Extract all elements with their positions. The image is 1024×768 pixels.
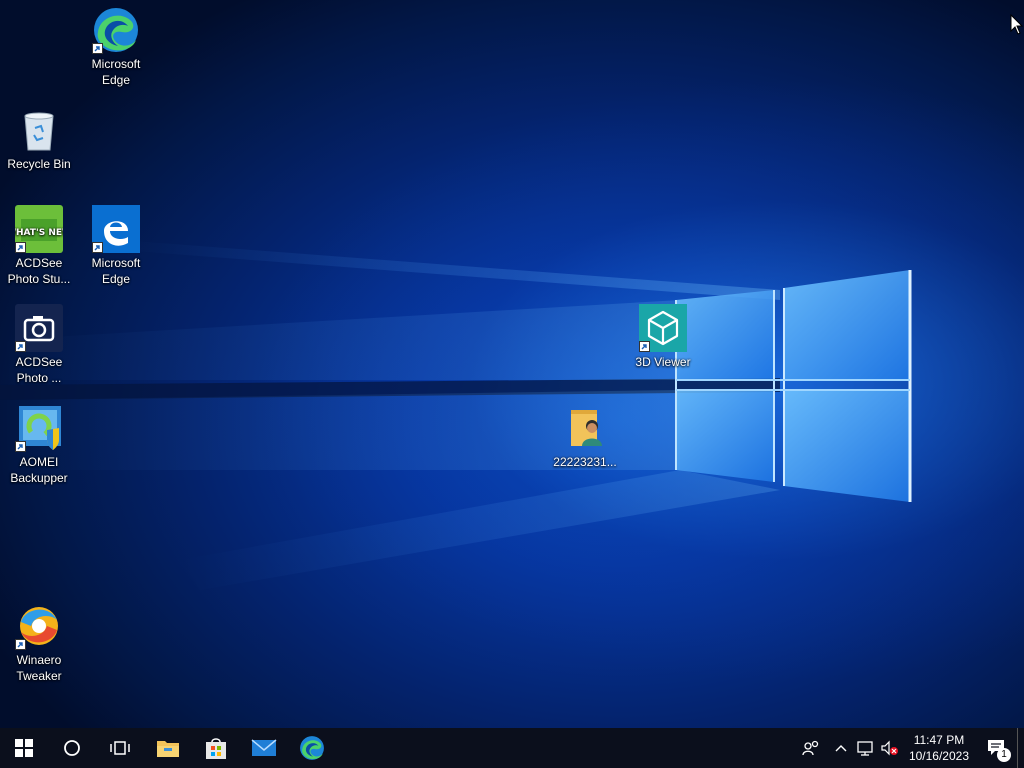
task-view-button[interactable]: [96, 728, 144, 768]
icon-label: Recycle Bin: [7, 157, 71, 171]
desktop-icon-acdsee-photo[interactable]: ACDSee Photo ...: [1, 304, 77, 386]
desktop-icon-microsoft-edge-legacy[interactable]: Microsoft Edge: [78, 205, 154, 287]
shortcut-arrow-icon: [15, 242, 26, 253]
mail-button[interactable]: [240, 728, 288, 768]
edge-icon: [300, 736, 324, 760]
shortcut-arrow-icon: [92, 242, 103, 253]
windows-logo-wallpaper: [0, 240, 912, 590]
desktop-icon-acdsee-photo-studio[interactable]: WHAT'S NEW ACDSee Photo Stu...: [1, 205, 77, 287]
show-hidden-icons-button[interactable]: [829, 728, 853, 768]
icon-label: 22223231...: [553, 455, 617, 469]
icon-label: Microsoft: [91, 57, 141, 71]
mail-envelope-icon: [251, 739, 277, 756]
icon-label: Photo Stu...: [7, 272, 71, 286]
camera-icon: [15, 304, 63, 352]
icon-label: Edge: [101, 272, 131, 286]
desktop-icon-aomei-backupper[interactable]: AOMEI Backupper: [1, 404, 77, 486]
badge-text: WHAT'S NEW: [15, 228, 63, 238]
mouse-cursor-icon: [1010, 14, 1024, 35]
show-desktop-button[interactable]: [1017, 728, 1024, 768]
task-view-icon: [110, 741, 130, 755]
microsoft-store-button[interactable]: [192, 728, 240, 768]
icon-label: Microsoft: [91, 256, 141, 270]
chevron-up-icon: [835, 745, 847, 752]
icon-label: ACDSee: [15, 256, 63, 270]
network-button[interactable]: [853, 728, 877, 768]
search-button[interactable]: [48, 728, 96, 768]
edge-taskbar-button[interactable]: [288, 728, 336, 768]
icon-label: Winaero: [16, 653, 62, 667]
volume-muted-icon: [881, 740, 898, 756]
acdsee-whats-new-icon: WHAT'S NEW: [15, 205, 63, 253]
desktop-icon-recycle-bin[interactable]: Recycle Bin: [1, 106, 77, 172]
icon-label: 3D Viewer: [635, 355, 691, 369]
notification-count-badge: 1: [997, 748, 1011, 762]
taskbar: 11:47 PM 10/16/2023 1: [0, 728, 1024, 768]
desktop-wallpaper: [0, 0, 1024, 728]
shortcut-arrow-icon: [639, 341, 650, 352]
clock-date: 10/16/2023: [908, 749, 969, 763]
volume-button[interactable]: [877, 728, 901, 768]
windows-logo-icon: [15, 739, 33, 757]
search-circle-icon: [64, 740, 80, 756]
desktop-icon-winaero-tweaker[interactable]: Winaero Tweaker: [1, 602, 77, 684]
desktop-icon-user-folder[interactable]: 22223231...: [547, 404, 623, 470]
store-bag-icon: [206, 738, 226, 759]
people-button[interactable]: [793, 728, 829, 768]
file-explorer-button[interactable]: [144, 728, 192, 768]
winaero-tweaker-icon: [15, 602, 63, 650]
desktop-icon-3d-viewer[interactable]: 3D Viewer: [625, 304, 701, 370]
clock-time: 11:47 PM: [913, 733, 965, 747]
action-center-button[interactable]: 1: [977, 728, 1017, 768]
system-tray: 11:47 PM 10/16/2023 1: [793, 728, 1024, 768]
edge-legacy-icon: [92, 205, 140, 253]
3d-cube-icon: [639, 304, 687, 352]
shortcut-arrow-icon: [92, 43, 103, 54]
desktop-icon-microsoft-edge[interactable]: Microsoft Edge: [78, 6, 154, 88]
recycle-bin-icon: [15, 106, 63, 154]
shortcut-arrow-icon: [15, 341, 26, 352]
shortcut-arrow-icon: [15, 639, 26, 650]
start-button[interactable]: [0, 728, 48, 768]
clock[interactable]: 11:47 PM 10/16/2023: [901, 728, 977, 768]
icon-label: Backupper: [10, 471, 68, 485]
shortcut-arrow-icon: [15, 441, 26, 452]
user-folder-icon: [561, 404, 609, 452]
icon-label: ACDSee: [15, 355, 63, 369]
icon-label: Edge: [101, 73, 131, 87]
aomei-icon: [15, 404, 63, 452]
network-icon: [857, 741, 873, 756]
icon-label: Tweaker: [16, 669, 62, 683]
folder-icon: [157, 741, 179, 757]
icon-label: Photo ...: [16, 371, 62, 385]
edge-icon: [92, 6, 140, 54]
people-icon: [802, 740, 819, 756]
icon-label: AOMEI: [19, 455, 59, 469]
